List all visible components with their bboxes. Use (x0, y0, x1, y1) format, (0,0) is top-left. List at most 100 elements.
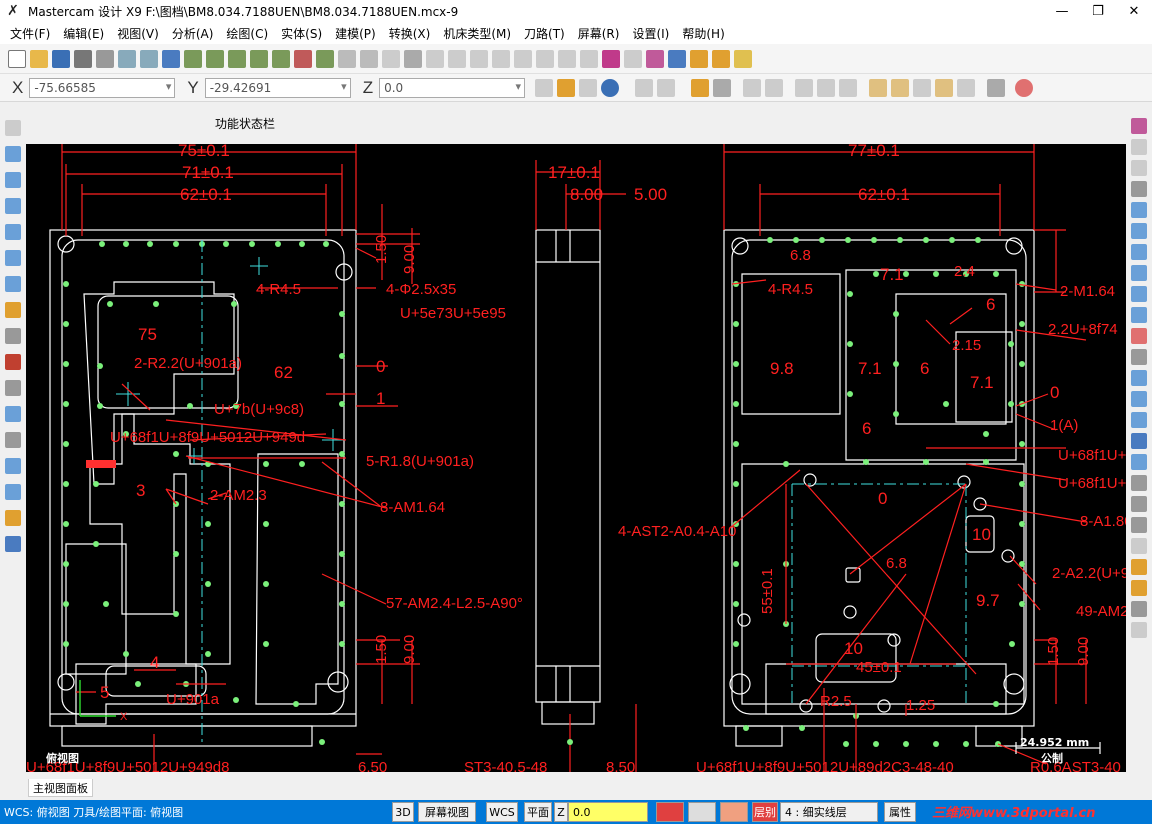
menu-file[interactable]: 文件(F) (10, 25, 50, 42)
toolpath-icon[interactable] (1131, 118, 1147, 134)
brush-icon[interactable] (1131, 496, 1147, 512)
print-preview-icon[interactable] (96, 49, 114, 68)
pencil-icon[interactable] (690, 49, 708, 68)
tab-main-view-panel[interactable]: 主视图面板 (28, 779, 93, 797)
save-icon[interactable] (52, 49, 70, 68)
minimize-button[interactable]: — (1044, 0, 1080, 22)
solid-tool-icon[interactable] (5, 354, 21, 370)
box-icon[interactable] (602, 49, 620, 68)
chamfer-tool-icon[interactable] (5, 406, 21, 422)
redo-icon[interactable] (140, 49, 158, 68)
color-swatch-icon[interactable] (656, 802, 684, 822)
back-face-icon[interactable] (957, 78, 976, 97)
blank-icon[interactable] (657, 78, 676, 97)
ops-icon[interactable] (1131, 349, 1147, 365)
zoom-window-icon[interactable] (426, 49, 444, 68)
surface-rough-icon[interactable] (1131, 265, 1147, 281)
layers-icon[interactable] (668, 49, 686, 68)
line-tool-icon[interactable] (5, 172, 21, 188)
select-icon[interactable] (404, 49, 422, 68)
menu-create[interactable]: 绘图(C) (226, 25, 268, 42)
pointer-icon[interactable] (817, 78, 836, 97)
surface-finish-icon[interactable] (1131, 286, 1147, 302)
pocket-icon[interactable] (1131, 202, 1147, 218)
circle-mill-icon[interactable] (1131, 244, 1147, 260)
cylinder-tool-icon[interactable] (5, 302, 21, 318)
3d-button[interactable]: 3D (392, 802, 414, 822)
fast-point-icon[interactable] (535, 78, 554, 97)
menu-xform[interactable]: 转换(X) (389, 25, 431, 42)
grid-icon[interactable] (646, 49, 664, 68)
plane-button[interactable]: 平面 (524, 802, 552, 822)
wcs-button[interactable]: WCS (486, 802, 518, 822)
backplot-icon[interactable] (1131, 391, 1147, 407)
window-select-icon[interactable] (795, 78, 814, 97)
solid-face-icon[interactable] (935, 78, 954, 97)
graphics-window[interactable]: 75±0.1 71±0.1 62±0.1 4-R4.5 4-Φ2.5x35 U+… (26, 144, 1126, 772)
menu-help[interactable]: 帮助(H) (682, 25, 724, 42)
post-icon[interactable] (1131, 412, 1147, 428)
view-left-icon[interactable] (294, 49, 312, 68)
draft-tool-icon[interactable] (5, 432, 21, 448)
menu-model[interactable]: 建模(P) (335, 25, 376, 42)
menu-screen[interactable]: 屏幕(R) (578, 25, 620, 42)
rectangle-icon[interactable] (514, 49, 532, 68)
sum-icon[interactable] (1131, 139, 1147, 155)
maximize-button[interactable]: ❐ (1080, 0, 1116, 22)
globe-icon[interactable] (1131, 307, 1147, 323)
shaded-icon[interactable] (360, 49, 378, 68)
plus-point-icon[interactable] (5, 146, 21, 162)
point-icon[interactable] (448, 49, 466, 68)
view-top-icon[interactable] (162, 49, 180, 68)
verify-icon[interactable] (713, 78, 732, 97)
stock-icon[interactable] (1131, 433, 1147, 449)
solid-select-icon[interactable] (839, 78, 858, 97)
menu-toolpaths[interactable]: 刀路(T) (524, 25, 565, 42)
edge-select-icon[interactable] (913, 78, 932, 97)
view-front-icon[interactable] (184, 49, 202, 68)
view-iso-icon[interactable] (228, 49, 246, 68)
mirror-icon[interactable] (580, 49, 598, 68)
x-coordinate-field[interactable]: -75.66585 (29, 77, 176, 98)
layer-select[interactable]: 4 : 细实线层 (780, 802, 878, 822)
facing-icon[interactable] (1131, 223, 1147, 239)
solid-box-icon[interactable] (5, 536, 21, 552)
hide-icon[interactable] (635, 78, 654, 97)
select-all-icon[interactable] (743, 78, 762, 97)
contour-icon[interactable] (1131, 181, 1147, 197)
open-file-icon[interactable] (30, 49, 48, 68)
view-cube-icon[interactable] (316, 49, 334, 68)
camera-icon[interactable] (1131, 601, 1147, 617)
chain-icon[interactable] (765, 78, 784, 97)
verify-select-icon[interactable] (987, 78, 1006, 97)
new-file-icon[interactable] (8, 49, 26, 68)
no-icon[interactable] (1131, 328, 1147, 344)
close-button[interactable]: ✕ (1116, 0, 1152, 22)
rectangle-tool-icon[interactable] (5, 224, 21, 240)
surface-tool-icon[interactable] (5, 328, 21, 344)
chart-icon[interactable] (1131, 622, 1147, 638)
screen-view-button[interactable]: 屏幕视图 (418, 802, 476, 822)
help-icon[interactable] (601, 78, 620, 97)
print-icon[interactable] (74, 49, 92, 68)
circle-icon[interactable] (470, 49, 488, 68)
menu-machine-type[interactable]: 机床类型(M) (443, 25, 511, 42)
autocursor-icon[interactable] (557, 78, 576, 97)
point-style-icon[interactable] (688, 802, 716, 822)
shade-tool-icon[interactable] (5, 510, 21, 526)
import-tool-icon[interactable] (5, 484, 21, 500)
layer-button[interactable]: 层别 (752, 802, 778, 822)
snap-icon[interactable] (579, 78, 598, 97)
y-coordinate-field[interactable]: -29.42691 (204, 77, 351, 98)
z-coordinate-field[interactable]: 0.0 (379, 77, 526, 98)
verify-run-icon[interactable] (1131, 370, 1147, 386)
menu-analyze[interactable]: 分析(A) (172, 25, 214, 42)
edit-icon[interactable] (1131, 580, 1147, 596)
fillet-tool-icon[interactable] (5, 380, 21, 396)
tool-manager-icon[interactable] (1131, 475, 1147, 491)
menu-solids[interactable]: 实体(S) (281, 25, 322, 42)
view-right-icon[interactable] (206, 49, 224, 68)
arrow-tool-icon[interactable] (5, 120, 21, 136)
spline-tool-icon[interactable] (5, 276, 21, 292)
page-icon[interactable] (1131, 538, 1147, 554)
